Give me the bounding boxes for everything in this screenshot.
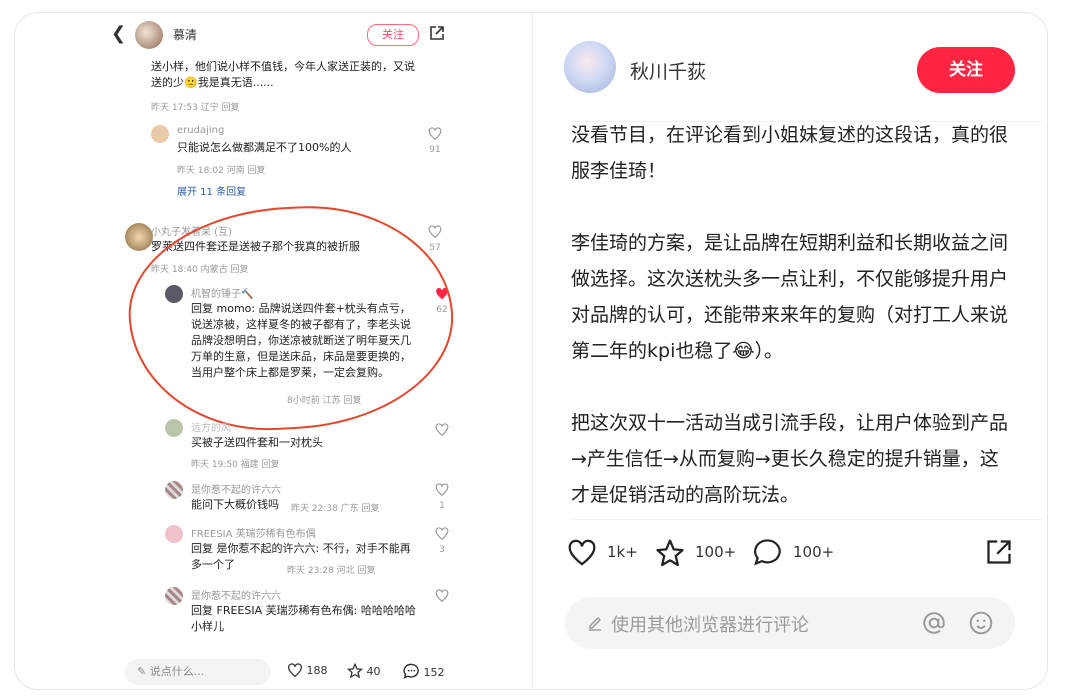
screenshot-frame: ❮ 慕清 关注 送小样，他们说小样不值钱，今年人家送正装的，又说送的少🙁我是真无… <box>14 12 1048 690</box>
star-count: 40 <box>366 665 381 678</box>
like-button[interactable]: 1k+ <box>567 537 638 567</box>
comment-meta: 昨天 18:02 河南 回复 <box>177 166 266 176</box>
share-icon[interactable] <box>429 25 445 41</box>
comment-count: 152 <box>423 666 445 679</box>
phone-bottom-bar: ✎ 说点什么... 188 40 152 <box>111 653 461 689</box>
avatar[interactable] <box>125 223 153 251</box>
post-paragraph: 没看节目，在评论看到小姐妹复述的这段话，真的很服李佳琦！ <box>571 124 1009 182</box>
footer-divider <box>572 519 1042 520</box>
comment-input[interactable]: ✎ 说点什么... <box>125 659 271 685</box>
heart-icon <box>435 423 449 437</box>
comment-input[interactable]: 使用其他浏览器进行评论 <box>565 597 1015 649</box>
like-count: 1 <box>439 501 445 511</box>
comment-stat[interactable]: 152 <box>403 663 445 679</box>
comment-text: 回复 FREESIA 芙瑞莎稀有色布偶: 哈哈哈哈哈小样儿 <box>191 604 416 633</box>
avatar[interactable] <box>165 419 183 437</box>
heart-icon <box>568 539 596 566</box>
comment-bubble-icon <box>754 539 781 566</box>
expand-replies-link[interactable]: 展开 11 条回复 <box>177 183 246 198</box>
like-button[interactable]: 3 <box>435 525 449 555</box>
like-count: 188 <box>306 664 328 677</box>
star-icon <box>346 662 364 679</box>
like-count: 57 <box>429 243 441 253</box>
author-name[interactable]: 秋川千荻 <box>630 57 706 84</box>
heart-icon <box>428 127 442 141</box>
comment-text: 只能说怎么做都满足不了100%的人 <box>177 141 352 154</box>
star-count: 100+ <box>695 543 737 561</box>
phone-author-name: 慕清 <box>173 28 198 42</box>
phone-header: ❮ 慕清 关注 <box>111 13 461 53</box>
like-stat[interactable]: 188 <box>287 663 328 678</box>
comment-text: 能问下大概价钱吗 <box>191 498 279 511</box>
heart-icon <box>435 589 449 603</box>
share-icon[interactable] <box>985 538 1013 566</box>
phone-comments-screenshot: ❮ 慕清 关注 送小样，他们说小样不值钱，今年人家送正装的，又说送的少🙁我是真无… <box>111 13 461 689</box>
like-button[interactable]: 57 <box>428 223 442 253</box>
like-button[interactable]: 1 <box>435 481 449 511</box>
like-count: 91 <box>429 145 441 155</box>
comment-username[interactable]: erudajing <box>177 125 224 136</box>
avatar[interactable] <box>165 525 183 543</box>
avatar[interactable] <box>135 21 163 49</box>
like-button[interactable] <box>435 421 449 440</box>
comment-username[interactable]: FREESIA 芙瑞莎稀有色布偶 <box>191 525 316 540</box>
phone-follow-button[interactable]: 关注 <box>367 24 419 46</box>
comment-text: 买被子送四件套和一对枕头 <box>191 436 323 449</box>
avatar[interactable] <box>151 125 169 143</box>
post-paragraph: 把这次双十一活动当成引流手段，让用户体验到产品→产生信任→从而复购→更长久稳定的… <box>571 412 1009 506</box>
post-body: 没看节目，在评论看到小姐妹复述的这段话，真的很服李佳琦！ 李佳琦的方案，是让品牌… <box>571 117 1011 509</box>
star-stat[interactable]: 40 <box>346 662 381 679</box>
like-count: 1k+ <box>607 543 638 561</box>
comment-meta: 昨天 19:50 福建 回复 <box>191 460 280 470</box>
follow-button[interactable]: 关注 <box>917 47 1015 93</box>
comment-username[interactable]: 是你惹不起的许六六 <box>191 481 281 496</box>
like-count: 3 <box>439 545 445 555</box>
comment-button[interactable]: 100+ <box>753 537 834 567</box>
chevron-left-icon[interactable]: ❮ <box>111 23 126 44</box>
comment-username[interactable]: 是你惹不起的许六六 <box>191 587 281 602</box>
avatar[interactable] <box>165 481 183 499</box>
comment-placeholder: 使用其他浏览器进行评论 <box>611 615 809 636</box>
post-paragraph: 李佳琦的方案，是让品牌在短期利益和长期收益之间做选择。这次送枕头多一点让利，不仅… <box>571 232 1009 362</box>
comment-meta: 昨天 17:53 辽宁 回复 <box>151 103 240 113</box>
star-icon <box>656 539 684 566</box>
like-button[interactable] <box>435 587 449 606</box>
heart-icon <box>435 527 449 541</box>
comment-count: 100+ <box>793 543 835 561</box>
emoji-icon[interactable] <box>968 610 994 636</box>
collect-button[interactable]: 100+ <box>655 537 736 567</box>
comment-username[interactable]: 远方的风 <box>191 419 231 434</box>
comment-bubble-icon <box>403 663 419 679</box>
like-button[interactable]: 91 <box>428 125 442 155</box>
comment-text: 送小样，他们说小样不值钱，今年人家送正装的，又说送的少🙁我是真无语...... <box>151 60 415 89</box>
heart-icon <box>435 483 449 497</box>
panel-divider <box>532 13 533 689</box>
comment-meta: 昨天 23:28 河北 回复 <box>287 566 376 576</box>
comment-input-placeholder: 说点什么... <box>149 665 205 678</box>
heart-icon <box>428 225 442 239</box>
at-mention-icon[interactable] <box>921 610 947 636</box>
comment-meta: 昨天 22:38 广东 回复 <box>291 504 380 514</box>
author-avatar[interactable] <box>564 41 616 93</box>
pencil-icon <box>589 617 601 631</box>
avatar[interactable] <box>165 587 183 605</box>
heart-icon <box>288 663 302 678</box>
